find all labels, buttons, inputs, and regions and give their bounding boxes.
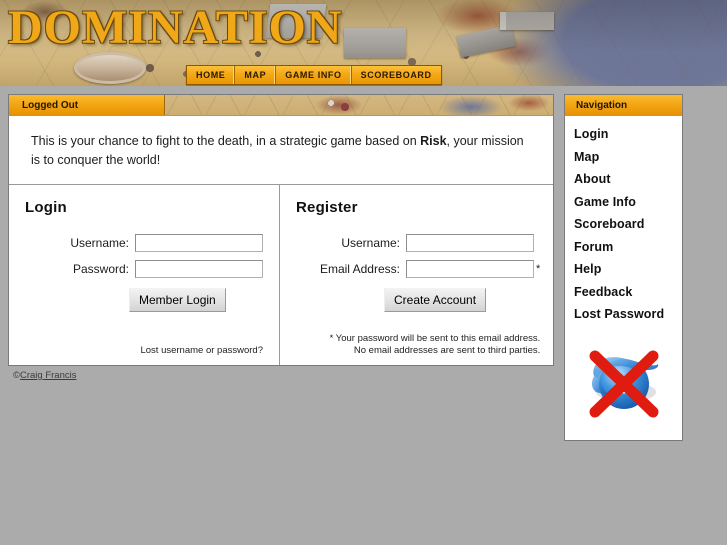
menu-item-home[interactable]: HOME xyxy=(187,66,236,84)
login-password-label: Password: xyxy=(72,262,129,276)
lost-username-password-link[interactable]: Lost username or password? xyxy=(140,345,263,356)
site-header-banner: DOMINATION HOME MAP GAME INFO SCOREBOARD xyxy=(0,0,727,86)
nav-item-forum[interactable]: Forum xyxy=(565,236,682,259)
lost-credentials-note: Lost username or password? xyxy=(140,345,263,357)
register-username-row: Username: xyxy=(296,234,540,252)
forms-area: Login Username: Password: Member Login L… xyxy=(9,185,553,365)
login-form-column: Login Username: Password: Member Login L… xyxy=(9,185,280,365)
intro-paragraph: This is your chance to fight to the deat… xyxy=(9,116,553,184)
banner-colosseum-ruin xyxy=(74,52,146,84)
menu-item-scoreboard[interactable]: SCOREBOARD xyxy=(352,66,441,84)
site-logo: DOMINATION xyxy=(8,1,343,54)
register-disclaimer: * Your password will be sent to this ema… xyxy=(330,333,541,357)
main-menu-bar: HOME MAP GAME INFO SCOREBOARD xyxy=(186,65,442,85)
member-login-button[interactable]: Member Login xyxy=(129,288,226,312)
required-field-marker: * xyxy=(536,263,541,275)
nav-item-lost-password[interactable]: Lost Password xyxy=(565,303,682,326)
navigation-header: Navigation xyxy=(564,94,683,115)
menu-item-map[interactable]: MAP xyxy=(235,66,277,84)
nav-item-feedback[interactable]: Feedback xyxy=(565,281,682,304)
login-username-input[interactable] xyxy=(135,234,263,252)
login-password-row: Password: xyxy=(25,260,263,278)
register-email-row: Email Address: * xyxy=(296,260,540,278)
nav-item-about[interactable]: About xyxy=(565,168,682,191)
intro-text-start: This is your chance to fight to the deat… xyxy=(31,134,421,148)
main-content-column: Logged Out This is your chance to fight … xyxy=(8,94,554,381)
login-password-input[interactable] xyxy=(135,260,263,278)
login-username-row: Username: xyxy=(25,234,263,252)
login-status-tab: Logged Out xyxy=(9,95,165,115)
content-panel-title-bar: Logged Out xyxy=(8,94,554,115)
no-internet-explorer-icon xyxy=(582,342,666,426)
intro-risk-emphasis: Risk xyxy=(420,134,447,148)
footer-copyright: ©Craig Francis xyxy=(8,370,554,381)
register-username-label: Username: xyxy=(341,236,400,250)
nav-item-login[interactable]: Login xyxy=(565,123,682,146)
copyright-symbol: © xyxy=(13,370,20,381)
nav-item-game-info[interactable]: Game Info xyxy=(565,191,682,214)
nav-item-scoreboard[interactable]: Scoreboard xyxy=(565,213,682,236)
page-body: Logged Out This is your chance to fight … xyxy=(0,86,727,545)
nav-item-map[interactable]: Map xyxy=(565,146,682,169)
author-link[interactable]: Craig Francis xyxy=(20,370,77,381)
login-heading: Login xyxy=(25,199,67,216)
navigation-sidebar: Navigation Login Map About Game Info Sco… xyxy=(564,94,683,441)
register-disclaimer-line1: * Your password will be sent to this ema… xyxy=(329,333,541,344)
navigation-list: Login Map About Game Info Scoreboard For… xyxy=(564,115,683,441)
menu-item-game-info[interactable]: GAME INFO xyxy=(276,66,352,84)
register-form-column: Register Username: Email Address: * Crea… xyxy=(280,185,556,365)
login-username-label: Username: xyxy=(70,236,129,250)
register-email-input[interactable] xyxy=(406,260,534,278)
badge-container xyxy=(565,338,682,430)
register-heading: Register xyxy=(296,199,358,216)
register-username-input[interactable] xyxy=(406,234,534,252)
navigation-title: Navigation xyxy=(576,99,628,111)
content-panel-body: This is your chance to fight to the deat… xyxy=(8,115,554,366)
login-status-label: Logged Out xyxy=(22,99,79,111)
register-button-row: Create Account xyxy=(296,288,540,312)
nav-item-help[interactable]: Help xyxy=(565,258,682,281)
register-disclaimer-line2: No email addresses are sent to third par… xyxy=(353,345,541,356)
login-button-row: Member Login xyxy=(25,288,263,312)
create-account-button[interactable]: Create Account xyxy=(384,288,487,312)
register-email-label: Email Address: xyxy=(319,262,400,276)
